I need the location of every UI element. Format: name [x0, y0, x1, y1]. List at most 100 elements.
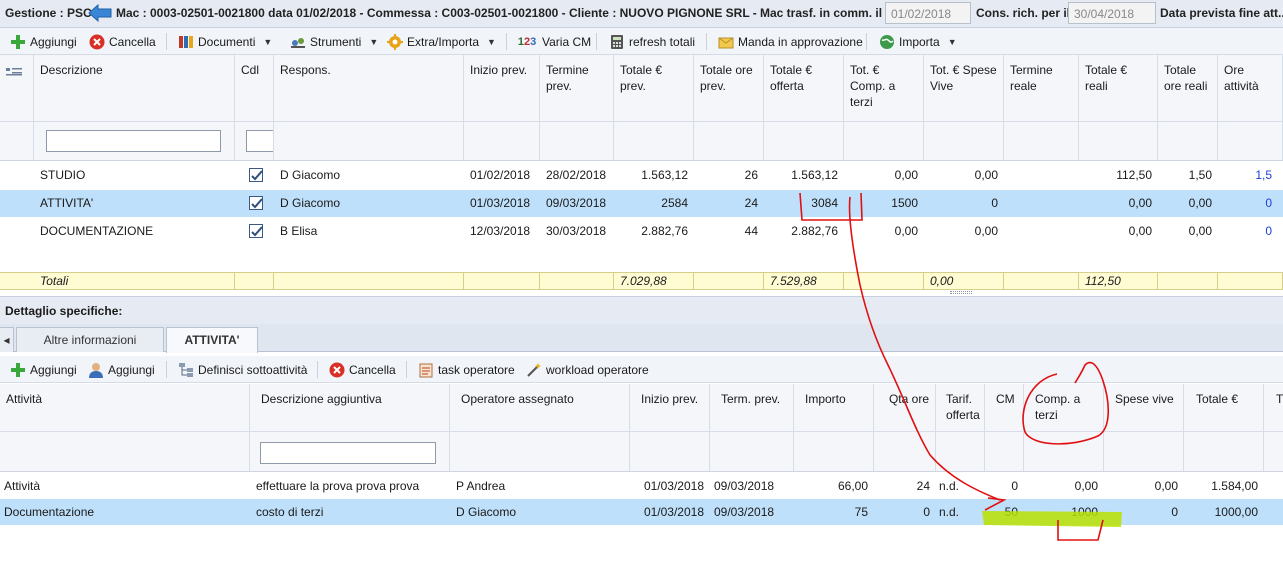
tab-attivita[interactable]: ATTIVITA' [166, 327, 258, 353]
cell-termine-reale [1004, 218, 1079, 245]
table-row[interactable]: DOCUMENTAZIONE B Elisa 12/03/2018 30/03/… [0, 218, 1283, 245]
add-operator-button[interactable]: Aggiungi [88, 360, 155, 379]
col-respons[interactable]: Respons. [274, 55, 464, 121]
back-arrow-icon[interactable] [88, 4, 112, 22]
cdl-checkbox[interactable] [249, 168, 263, 182]
send-approval-button[interactable]: Manda in approvazione [718, 32, 863, 51]
calculator-icon [609, 34, 625, 50]
description-filter-input[interactable] [260, 442, 436, 464]
cell-tarif: n.d. [939, 505, 960, 519]
tab-altre-informazioni[interactable]: Altre informazioni [16, 327, 164, 352]
description-filter-input[interactable] [46, 130, 221, 152]
define-subactivities-button[interactable]: Definisci sottoattività [178, 360, 307, 379]
col-tot-comp-terzi[interactable]: Tot. € Comp. a terzi [844, 55, 924, 121]
add-activity-button[interactable]: Aggiungi [10, 360, 77, 379]
col-qta-ore[interactable]: Qta ore [874, 384, 936, 431]
cell-ore-reali: 0,00 [1188, 196, 1212, 210]
refresh-totals-button[interactable]: refresh totali [609, 32, 695, 51]
cdl-checkbox-cell [235, 190, 274, 217]
col-descrizione-aggiuntiva[interactable]: Descrizione aggiuntiva [250, 384, 450, 431]
col-term-prev[interactable]: Term. prev. [710, 384, 794, 431]
cell-termine: 28/02/2018 [546, 168, 607, 182]
add-button-label: Aggiungi [30, 34, 77, 49]
col-ore-attivita[interactable]: Ore attività [1218, 55, 1283, 121]
col-totale-ore-prev[interactable]: Totale ore prev. [694, 55, 764, 121]
chevron-down-icon: ▼ [487, 36, 496, 47]
col-termine-reale[interactable]: Termine reale [1004, 55, 1079, 121]
cancel-icon [89, 34, 105, 50]
import-menu[interactable]: Importa ▼ [879, 32, 957, 51]
cell-inizio: 01/03/2018 [643, 505, 704, 519]
col-inizio-prev[interactable]: Inizio prev. [464, 55, 540, 121]
col-importo[interactable]: Importo [794, 384, 874, 431]
cell-attivita: Documentazione [4, 505, 95, 519]
cell-spese-vive: 0 [991, 196, 998, 210]
detail-toolbar: Aggiungi Aggiungi Definisci sottoattivit… [0, 356, 1283, 383]
col-descrizione[interactable]: Descrizione [34, 55, 235, 121]
total-offerta: 7.529,88 [764, 273, 844, 289]
col-spese-vive[interactable]: Spese vive [1104, 384, 1184, 431]
col-t[interactable]: T [1264, 384, 1283, 431]
filter-row [0, 122, 1283, 161]
cdl-filter-input[interactable] [246, 130, 273, 152]
splitter-handle[interactable] [950, 291, 972, 294]
cancel-icon [329, 362, 345, 378]
table-row[interactable]: STUDIO D Giacomo 01/02/2018 28/02/2018 1… [0, 162, 1283, 189]
row-selector-header[interactable] [0, 55, 34, 121]
col-totale-ore-reali[interactable]: Totale ore reali [1158, 55, 1218, 121]
tab-scroll-left[interactable]: ◂ [0, 327, 14, 352]
varia-cm-button[interactable]: 123 Varia CM [516, 32, 591, 51]
col-tarif-offerta[interactable]: Tarif. offerta [936, 384, 985, 431]
task-operator-button[interactable]: task operatore [418, 360, 515, 379]
task-list-icon [418, 362, 434, 378]
add-button[interactable]: Aggiungi [10, 32, 77, 51]
col-tot-spese-vive[interactable]: Tot. € Spese Vive [924, 55, 1004, 121]
col-comp-terzi[interactable]: Comp. a terzi [1024, 384, 1104, 431]
cell-ore-attivita[interactable]: 1,5 [1218, 162, 1278, 189]
chevron-down-icon: ▼ [263, 36, 273, 47]
cell-offerta: 2.882,76 [791, 224, 838, 238]
col-cdl[interactable]: Cdl [235, 55, 274, 121]
cell-termine-reale [1004, 190, 1079, 217]
grid-header-row: Attività Descrizione aggiuntiva Operator… [0, 384, 1283, 432]
col-totale[interactable]: Totale € [1184, 384, 1264, 431]
cell-ore-attivita[interactable]: 0 [1218, 218, 1278, 245]
table-row-selected[interactable]: ATTIVITA' D Giacomo 01/03/2018 09/03/201… [0, 190, 1283, 217]
delete-activity-button[interactable]: Cancella [329, 360, 396, 379]
delete-button[interactable]: Cancella [89, 32, 156, 51]
totals-label: Totali [34, 273, 235, 289]
col-cm[interactable]: CM [985, 384, 1024, 431]
workload-operator-button[interactable]: workload operatore [526, 360, 649, 379]
hierarchy-icon [178, 362, 194, 378]
cdl-checkbox[interactable] [249, 224, 263, 238]
mac-trasf-label: Mac trasf. in comm. il : [760, 6, 890, 20]
col-inizio-prev[interactable]: Inizio prev. [630, 384, 710, 431]
cdl-checkbox-cell [235, 218, 274, 245]
cell-ore-prev: 44 [744, 224, 758, 238]
cell-totale-reali: 0,00 [1128, 224, 1152, 238]
extra-import-menu[interactable]: Extra/Importa ▼ [387, 32, 496, 51]
documents-menu[interactable]: Documenti ▼ [178, 32, 272, 51]
cell-totale-prev: 2584 [661, 196, 688, 210]
cell-term: 09/03/2018 [714, 505, 775, 519]
col-attivita[interactable]: Attività [0, 384, 250, 431]
table-row-selected[interactable]: Documentazione costo di terzi D Giacomo … [0, 499, 1283, 525]
cons-rich-field[interactable]: 30/04/2018 [1068, 2, 1156, 24]
cell-spese-vive: 0 [1171, 505, 1178, 519]
mac-trasf-field[interactable]: 01/02/2018 [885, 2, 971, 24]
cell-comp-terzi: 1000 [1071, 505, 1098, 519]
cell-ore-attivita[interactable]: 0 [1218, 190, 1278, 217]
cell-totale-reali: 0,00 [1128, 196, 1152, 210]
col-totale-reali[interactable]: Totale € reali [1079, 55, 1158, 121]
tools-menu[interactable]: Strumenti ▼ [290, 32, 378, 51]
col-operatore[interactable]: Operatore assegnato [450, 384, 630, 431]
col-totale-offerta[interactable]: Totale € offerta [764, 55, 844, 121]
cell-totale-prev: 1.563,12 [641, 168, 688, 182]
table-row[interactable]: Attività effettuare la prova prova prova… [0, 473, 1283, 499]
col-totale-prev[interactable]: Totale € prev. [614, 55, 694, 121]
col-termine-prev[interactable]: Termine prev. [540, 55, 614, 121]
cdl-checkbox[interactable] [249, 196, 263, 210]
cell-respons: B Elisa [280, 224, 318, 238]
send-approval-label: Manda in approvazione [738, 34, 863, 49]
magic-wand-icon [526, 362, 542, 378]
